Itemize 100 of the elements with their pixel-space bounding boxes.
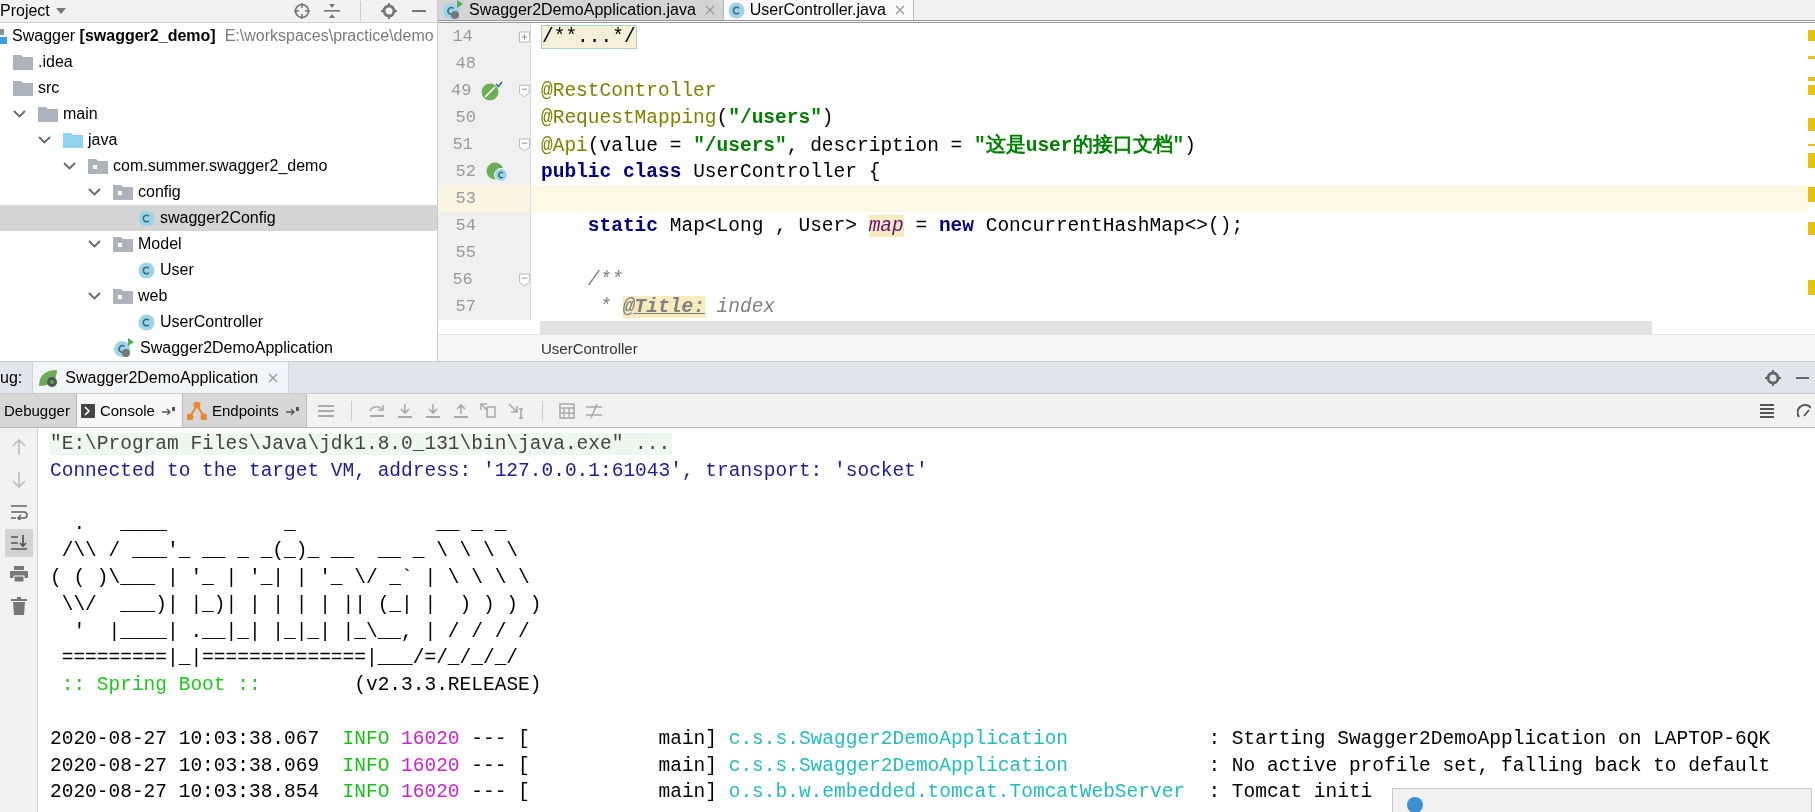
scrollbar[interactable] [540,320,1652,334]
spring-class-icon [442,0,464,20]
spring-class-icon[interactable] [486,161,508,182]
class-icon [138,261,155,279]
panel-tab[interactable]: Console [76,394,183,427]
tree-item[interactable]: src [0,75,437,101]
log-level: INFO [342,781,390,804]
tree-item[interactable]: UserController [0,309,437,335]
breadcrumb[interactable]: UserController [541,339,638,357]
fold-expand-icon[interactable] [519,30,530,43]
class-icon [138,209,155,227]
code-text: * @Title: index [598,295,776,318]
spring-boot-label: :: Spring Boot :: [60,674,261,697]
log-level: INFO [342,754,390,777]
drop-frame-icon[interactable] [479,402,498,419]
banner-line: =========|_|==============|___/=/_/_/_/ [60,647,519,670]
tree-item[interactable]: Model [0,231,437,257]
scroll-to-end-icon[interactable] [4,529,33,557]
chevron-icon[interactable] [88,188,101,196]
caret-icon[interactable] [55,8,66,14]
console-message: Connected to the target VM, address: '127.0.0.1:61043', transport: 'socket' [50,459,928,482]
panel-tab[interactable]: Endpoints [182,394,307,427]
log-thread: --- [ main] [471,727,717,750]
log-level: INFO [342,727,390,750]
class-icon [727,1,745,19]
folder-icon [63,132,83,148]
fold-collapse-icon[interactable] [519,83,530,98]
module-icon [0,27,7,45]
step-out-icon[interactable] [451,402,470,419]
line-number: 54 [454,216,476,235]
step-into-icon[interactable] [423,402,442,419]
log-logger: c.s.s.Swagger2DemoApplication [728,753,1070,779]
code-text: public class UserController { [541,160,881,183]
chevron-icon[interactable] [63,162,76,170]
tree-item[interactable]: com.summer.swagger2_demo [0,153,437,179]
banner-line: . ____ _ __ _ _ [72,513,507,536]
console-icon [80,403,95,418]
spring-app-icon [37,367,60,388]
pin-icon[interactable] [161,406,176,415]
version-text: (v2.3.3.RELEASE) [353,674,542,697]
editor-tab[interactable]: Swagger2DemoApplication.java [438,0,724,20]
spring-class-icon [113,338,135,358]
banner-line: /\\ / ___'_ __ _ _(_)_ __ __ _ \ \ \ \ [60,540,519,563]
tree-item[interactable]: config [0,179,437,205]
code-text: @Api(value = "/users", description = "这是user的接口文档") [541,133,1196,158]
log-message: : Starting Swagger2DemoApplication on LAPTOP-6QK [1208,727,1771,750]
log-time: 2020-08-27 10:03:38.069 [50,754,320,777]
folder-icon [38,106,58,122]
panel-tab[interactable]: Debugger [0,394,77,427]
gauge-icon[interactable] [1797,402,1811,419]
chevron-icon[interactable] [88,240,101,248]
package-icon [113,236,133,252]
chevron-icon[interactable] [38,136,51,144]
panel-title[interactable]: Project [0,2,50,20]
trash-icon[interactable] [10,597,27,615]
step-over-icon[interactable] [367,402,386,419]
tree-item[interactable]: main [0,101,437,127]
collapse-icon[interactable] [324,3,340,19]
settings-icon[interactable] [381,3,397,19]
frames-icon[interactable] [316,402,335,419]
chevron-icon[interactable] [13,110,26,118]
tree-item[interactable]: swagger2Config [0,205,437,231]
layout-icon[interactable] [1759,402,1775,419]
log-pid: 16020 [401,781,460,804]
print-icon[interactable] [9,566,28,582]
tree-item[interactable]: Swagger2DemoApplication [0,335,437,361]
log-message: : No active profile set, falling back to default [1208,754,1771,777]
log-time: 2020-08-27 10:03:38.854 [50,781,320,804]
run-to-cursor-icon[interactable] [507,402,526,419]
log-pid: 16020 [401,754,460,777]
bean-icon[interactable] [481,80,504,101]
class-icon [138,313,155,331]
pin-icon[interactable] [285,406,300,415]
chevron-icon[interactable] [88,292,101,300]
info-icon [1407,797,1423,812]
editor-tab[interactable]: UserController.java [723,0,914,20]
tree-item[interactable]: User [0,257,437,283]
step-into-icon[interactable] [395,402,414,419]
trace-icon[interactable] [584,402,603,419]
line-number: 48 [454,54,476,73]
locate-icon[interactable] [294,3,310,19]
run-config-tab[interactable]: Swagger2DemoApplication [32,362,290,393]
code-text: @RequestMapping("/users") [541,106,834,129]
debug-label: ug: [0,368,23,387]
folder-icon [13,54,33,70]
tree-item[interactable]: web [0,283,437,309]
code-text: @RestController [541,79,717,102]
tree-item[interactable]: Swagger [swagger2_demo] E:\workspaces\practice\demo [0,23,437,49]
line-number: 56 [451,270,473,289]
log-logger: o.s.b.w.embedded.tomcat.TomcatWebServer [728,780,1187,806]
tree-item[interactable]: .idea [0,49,437,75]
line-number: 49 [450,81,472,100]
package-icon [88,158,108,174]
tree-item[interactable]: java [0,127,437,153]
close-icon[interactable] [268,372,279,383]
package-icon [113,184,133,200]
soft-wrap-icon[interactable] [9,504,28,520]
project-path: E:\workspaces\practice\demo [224,27,434,45]
close-icon[interactable] [894,5,905,15]
settings-icon[interactable] [1765,369,1781,386]
